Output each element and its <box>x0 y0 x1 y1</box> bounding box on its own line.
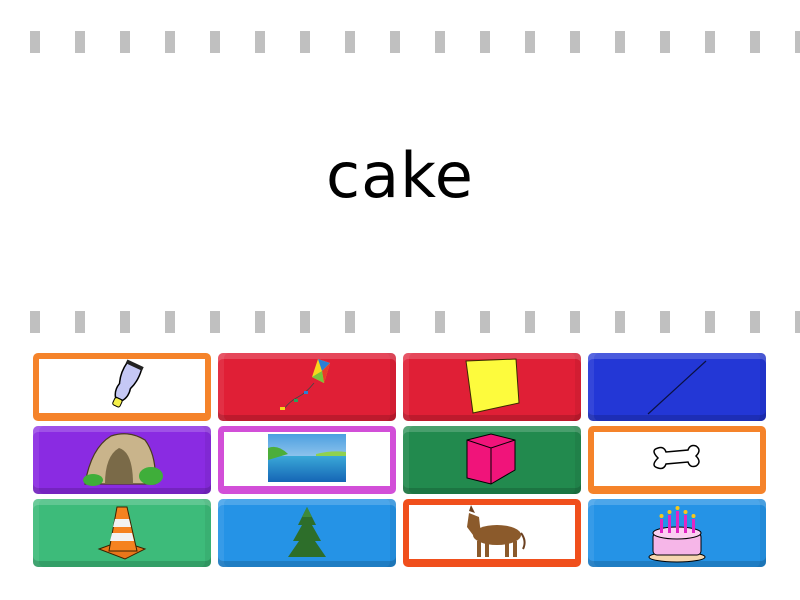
divider-dash <box>255 31 265 53</box>
divider-dash <box>660 31 670 53</box>
divider-dash <box>210 31 220 53</box>
tile-sticky-note[interactable] <box>403 353 581 421</box>
tile-line[interactable] <box>588 353 766 421</box>
divider-dash <box>255 311 265 333</box>
tile-toothpaste[interactable] <box>33 353 211 421</box>
divider-dash <box>615 31 625 53</box>
divider-dash <box>750 31 760 53</box>
divider-dash <box>345 311 355 333</box>
cave-icon <box>83 433 163 486</box>
divider-dash <box>480 31 490 53</box>
tile-cake[interactable] <box>588 499 766 567</box>
tile-tree[interactable] <box>218 499 396 567</box>
divider-dash <box>435 31 445 53</box>
donkey-icon <box>467 505 526 557</box>
divider-dash <box>210 311 220 333</box>
divider-dash <box>525 311 535 333</box>
tile-cube[interactable] <box>403 426 581 494</box>
divider-dash <box>705 311 715 333</box>
tile-bone[interactable] <box>588 426 766 494</box>
bone-icon <box>653 444 700 470</box>
kite-icon <box>280 359 330 410</box>
diagonal-line-icon <box>647 360 707 415</box>
tile-lake[interactable] <box>218 426 396 494</box>
divider-dash <box>615 311 625 333</box>
divider-dash <box>165 311 175 333</box>
toothpaste-tube-icon <box>112 359 144 408</box>
divider-dash <box>480 311 490 333</box>
lake-landscape-icon <box>268 434 346 482</box>
divider-dash <box>75 311 85 333</box>
divider-dash <box>705 31 715 53</box>
divider-dash <box>570 311 580 333</box>
tile-cave[interactable] <box>33 426 211 494</box>
birthday-cake-icon <box>648 506 706 563</box>
divider-dash <box>795 31 800 53</box>
divider-dash <box>435 311 445 333</box>
pink-cube-icon <box>466 433 516 485</box>
divider-dash <box>390 31 400 53</box>
divider-dash <box>345 31 355 53</box>
tile-kite[interactable] <box>218 353 396 421</box>
divider-dash <box>570 31 580 53</box>
prompt-word: cake <box>326 138 474 212</box>
divider-dash <box>300 31 310 53</box>
top-dash-divider <box>0 31 800 53</box>
divider-dash <box>750 311 760 333</box>
traffic-cone-icon <box>97 506 147 560</box>
divider-dash <box>795 311 800 333</box>
divider-dash <box>120 311 130 333</box>
tile-cone[interactable] <box>33 499 211 567</box>
divider-dash <box>30 31 40 53</box>
bottom-dash-divider <box>0 311 800 333</box>
pine-tree-icon <box>288 507 326 557</box>
tile-donkey[interactable] <box>403 499 581 567</box>
sticky-note-icon <box>465 358 520 414</box>
divider-dash <box>120 31 130 53</box>
divider-dash <box>660 311 670 333</box>
divider-dash <box>525 31 535 53</box>
divider-dash <box>75 31 85 53</box>
divider-dash <box>300 311 310 333</box>
divider-dash <box>30 311 40 333</box>
divider-dash <box>390 311 400 333</box>
divider-dash <box>165 31 175 53</box>
